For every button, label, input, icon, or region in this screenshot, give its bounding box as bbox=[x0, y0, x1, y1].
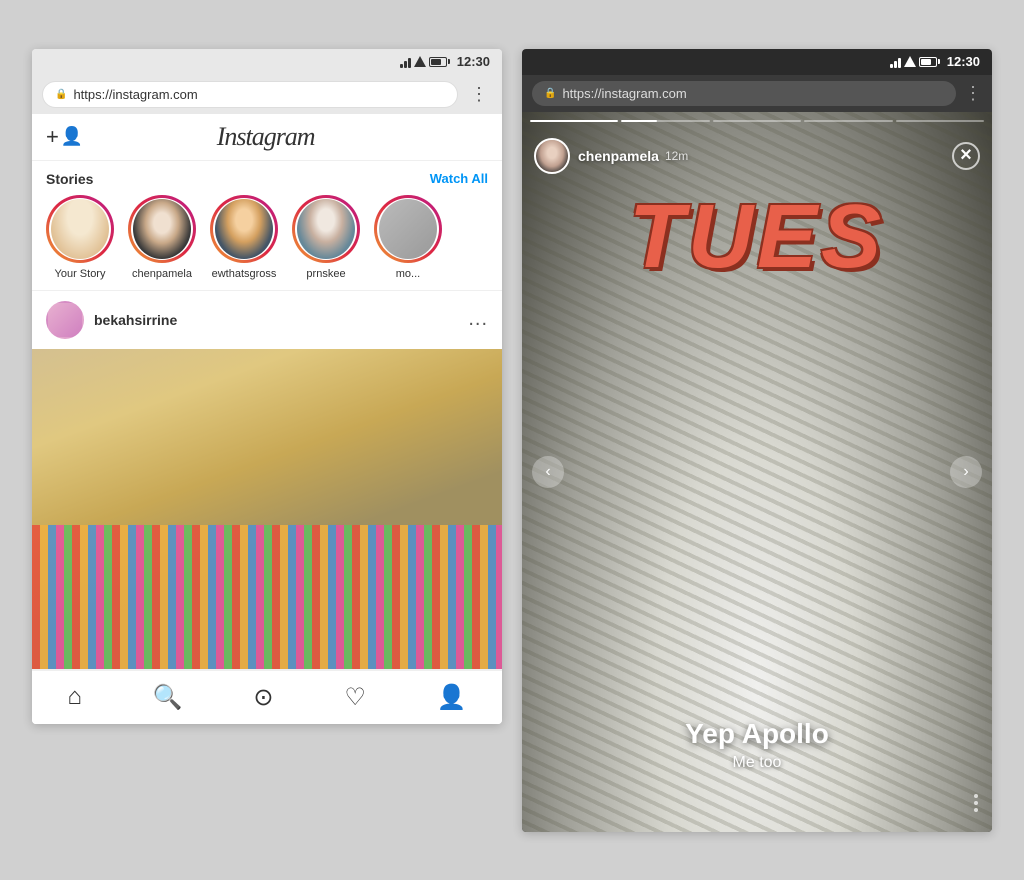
story-ring-ewthatsgross bbox=[210, 195, 278, 263]
post-image bbox=[32, 349, 502, 669]
story-avatar-yourstory bbox=[51, 199, 109, 259]
story-user-avatar bbox=[534, 138, 570, 174]
ig-header: + 👤 Instagram bbox=[32, 114, 502, 161]
story-item-ewthatsgross[interactable]: ewthatsgross bbox=[210, 195, 278, 280]
watch-all-button[interactable]: Watch All bbox=[430, 171, 488, 186]
signal-icon-right bbox=[890, 56, 901, 68]
stripe-overlay bbox=[32, 525, 502, 669]
story-item-more[interactable]: mo... bbox=[374, 195, 442, 280]
story-name-yourstory: Your Story bbox=[55, 268, 106, 280]
person-icon: 👤 bbox=[61, 126, 83, 147]
story-item-yourstory[interactable]: Your Story bbox=[46, 195, 114, 280]
story-username: chenpamela bbox=[578, 148, 659, 164]
post-header: bekahsirrine ... bbox=[32, 291, 502, 349]
story-avatar-inner-chenpamela bbox=[131, 198, 193, 260]
left-phone: 12:30 🔒 https://instagram.com ⋮ + 👤 Inst… bbox=[32, 49, 502, 724]
post-avatar bbox=[46, 301, 84, 339]
story-item-chenpamela[interactable]: chenpamela bbox=[128, 195, 196, 280]
home-nav-button[interactable]: ⌂ bbox=[67, 683, 82, 711]
progress-bar-4 bbox=[804, 120, 892, 122]
progress-fill-1 bbox=[530, 120, 618, 122]
bottom-nav: ⌂ 🔍 ⊙ ♡ 👤 bbox=[32, 670, 502, 724]
story-dot-1 bbox=[974, 794, 978, 798]
progress-bar-5 bbox=[896, 120, 984, 122]
story-name-prnskee: prnskee bbox=[306, 268, 345, 280]
stories-section: Stories Watch All Your Story bbox=[32, 161, 502, 291]
story-viewer: chenpamela 12m × TUES Yep Apollo Me too … bbox=[522, 112, 992, 832]
story-ring-more bbox=[374, 195, 442, 263]
stories-header: Stories Watch All bbox=[32, 171, 502, 195]
stories-row: Your Story chenpamela bbox=[32, 195, 502, 280]
story-name-ewthatsgross: ewthatsgross bbox=[212, 268, 277, 280]
story-time: 12m bbox=[665, 149, 688, 163]
caption-main: Yep Apollo bbox=[522, 718, 992, 750]
signal-icon bbox=[400, 56, 411, 68]
story-ring-yourstory bbox=[46, 195, 114, 263]
browser-menu-right[interactable]: ⋮ bbox=[964, 83, 982, 104]
status-time-left: 12:30 bbox=[457, 54, 490, 69]
story-close-button[interactable]: × bbox=[952, 142, 980, 170]
story-avatar-ewthatsgross bbox=[215, 199, 273, 259]
status-time-right: 12:30 bbox=[947, 54, 980, 69]
story-nav-prev[interactable]: ‹ bbox=[532, 456, 564, 488]
story-avatar-prnskee bbox=[297, 199, 355, 259]
profile-nav-button[interactable]: 👤 bbox=[437, 683, 467, 712]
post: bekahsirrine ... bbox=[32, 291, 502, 670]
story-dot-3 bbox=[974, 808, 978, 812]
story-dots bbox=[974, 794, 978, 812]
story-item-prnskee[interactable]: prnskee bbox=[292, 195, 360, 280]
url-bar-right[interactable]: 🔒 https://instagram.com bbox=[532, 81, 956, 106]
url-bar-left[interactable]: 🔒 https://instagram.com bbox=[42, 81, 458, 108]
tues-text: TUES bbox=[542, 192, 972, 282]
progress-bar-3 bbox=[713, 120, 801, 122]
browser-bar-right: 🔒 https://instagram.com ⋮ bbox=[522, 75, 992, 112]
story-avatar-chenpamela bbox=[133, 199, 191, 259]
lock-icon-left: 🔒 bbox=[55, 89, 67, 100]
browser-menu-left[interactable]: ⋮ bbox=[466, 84, 492, 105]
post-username: bekahsirrine bbox=[94, 312, 177, 328]
story-avatar-more bbox=[379, 199, 437, 259]
status-bar-right: 12:30 bbox=[522, 49, 992, 75]
status-icons-left: 12:30 bbox=[400, 54, 490, 69]
url-text-right: https://instagram.com bbox=[562, 86, 686, 101]
search-nav-button[interactable]: 🔍 bbox=[153, 683, 183, 712]
story-header: chenpamela 12m × bbox=[522, 130, 992, 182]
story-ring-prnskee bbox=[292, 195, 360, 263]
story-avatar-inner-yourstory bbox=[49, 198, 111, 260]
story-nav-next[interactable]: › bbox=[950, 456, 982, 488]
stories-label: Stories bbox=[46, 171, 93, 187]
camera-nav-button[interactable]: ⊙ bbox=[253, 683, 273, 712]
wifi-icon bbox=[414, 56, 426, 67]
status-icons-right: 12:30 bbox=[890, 54, 980, 69]
add-icon: + bbox=[46, 124, 59, 150]
caption-sub: Me too bbox=[522, 754, 992, 772]
battery-icon bbox=[429, 57, 450, 67]
tues-overlay: TUES bbox=[542, 192, 972, 282]
story-name-more: mo... bbox=[396, 268, 420, 280]
story-caption: Yep Apollo Me too bbox=[522, 718, 992, 772]
lock-icon-right: 🔒 bbox=[544, 88, 556, 99]
ig-logo: Instagram bbox=[217, 122, 315, 152]
story-ring-chenpamela bbox=[128, 195, 196, 263]
heart-nav-button[interactable]: ♡ bbox=[344, 683, 366, 712]
story-avatar-inner-prnskee bbox=[295, 198, 357, 260]
progress-fill-2 bbox=[621, 120, 656, 122]
post-menu[interactable]: ... bbox=[468, 308, 488, 331]
story-dot-2 bbox=[974, 801, 978, 805]
story-name-chenpamela: chenpamela bbox=[132, 268, 192, 280]
right-phone: 12:30 🔒 https://instagram.com ⋮ bbox=[522, 49, 992, 832]
progress-bar-2 bbox=[621, 120, 709, 122]
progress-bar-1 bbox=[530, 120, 618, 122]
story-progress bbox=[530, 120, 984, 122]
wifi-icon-right bbox=[904, 56, 916, 67]
url-text-left: https://instagram.com bbox=[73, 87, 197, 102]
story-avatar-inner-ewthatsgross bbox=[213, 198, 275, 260]
status-bar-left: 12:30 bbox=[32, 49, 502, 75]
post-user[interactable]: bekahsirrine bbox=[46, 301, 177, 339]
add-friend-button[interactable]: + 👤 bbox=[46, 124, 83, 150]
battery-icon-right bbox=[919, 57, 940, 67]
instagram-feed: + 👤 Instagram Stories Watch All bbox=[32, 114, 502, 724]
story-avatar-inner-more bbox=[377, 198, 439, 260]
browser-bar-left: 🔒 https://instagram.com ⋮ bbox=[32, 75, 502, 114]
